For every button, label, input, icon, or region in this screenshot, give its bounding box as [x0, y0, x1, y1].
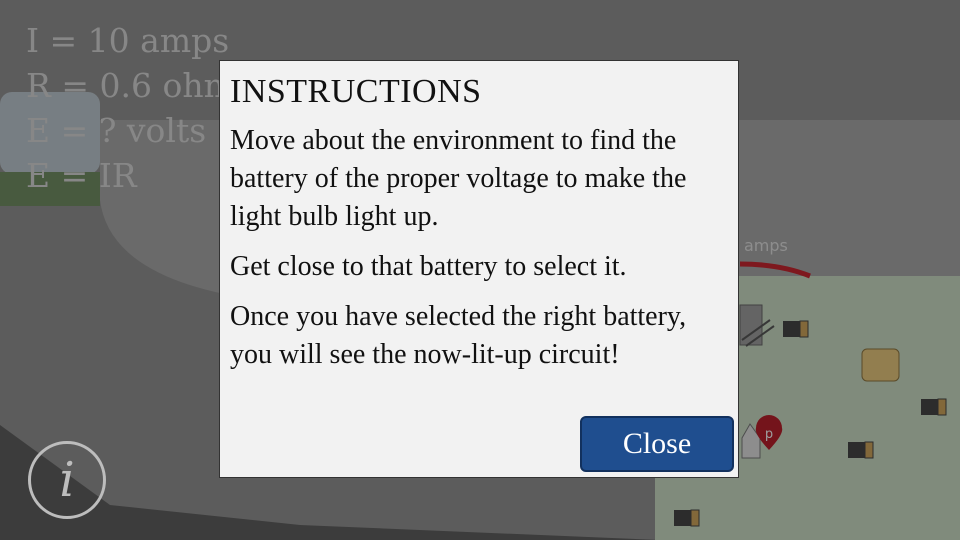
dialog-title: INSTRUCTIONS — [230, 73, 482, 110]
instruction-paragraph-3: Once you have selected the right battery… — [230, 301, 687, 371]
instruction-paragraph-1: Move about the environment to find the b… — [230, 125, 687, 233]
close-button[interactable]: Close — [580, 416, 734, 472]
instruction-paragraph-2: Get close to that battery to select it. — [230, 251, 627, 283]
instructions-dialog: INSTRUCTIONS Move about the environment … — [219, 60, 739, 478]
info-button[interactable]: i — [28, 441, 106, 519]
info-icon: i — [59, 452, 75, 508]
